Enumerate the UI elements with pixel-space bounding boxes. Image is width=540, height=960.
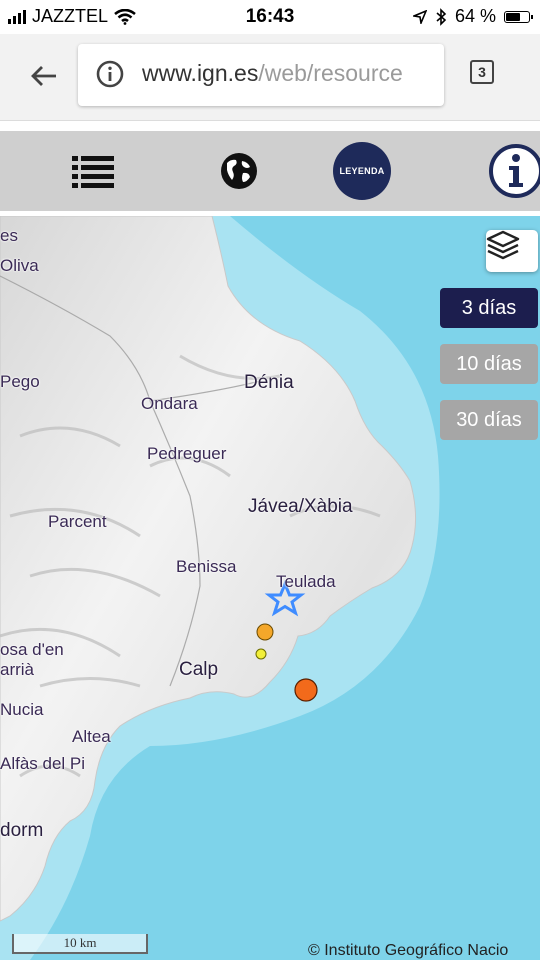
place-label: osa d'en — [0, 640, 64, 659]
place-label: Ondara — [141, 394, 198, 413]
location-arrow-icon — [412, 9, 427, 24]
place-label: Teulada — [276, 572, 336, 591]
back-button[interactable] — [24, 56, 64, 96]
period-30-days-button[interactable]: 30 días — [440, 400, 538, 440]
battery-icon — [504, 10, 533, 23]
url-path: /web/resource — [258, 60, 403, 86]
layers-icon — [486, 230, 520, 260]
url-field[interactable]: www.ign.es/web/resource — [78, 44, 444, 106]
map-attribution: © Instituto Geográfico Nacio — [308, 942, 509, 959]
layers-button[interactable] — [486, 230, 538, 272]
place-label: Parcent — [48, 512, 107, 531]
earthquake-marker-yellow[interactable] — [255, 648, 267, 660]
battery-level — [506, 12, 521, 21]
place-label: Nucia — [0, 700, 44, 719]
list-button[interactable] — [66, 131, 120, 211]
page-gap — [0, 121, 540, 131]
info-icon — [489, 144, 540, 198]
legend-button[interactable]: LEYENDA — [332, 131, 392, 211]
status-right: 64 % — [412, 6, 533, 27]
period-3-days-button[interactable]: 3 días — [440, 288, 538, 328]
browser-url-bar: www.ign.es/web/resource 3 — [0, 34, 540, 121]
place-label: Oliva — [0, 256, 39, 275]
place-label: Alfàs del Pi — [0, 754, 86, 773]
battery-percent: 64 % — [454, 6, 496, 26]
globe-button[interactable] — [214, 131, 264, 211]
place-label: Altea — [72, 727, 111, 746]
place-label: Dénia — [244, 372, 294, 393]
url-domain: www.ign.es — [142, 60, 259, 86]
scale-bar: 10 km — [12, 934, 148, 954]
bluetooth-icon — [436, 7, 447, 26]
earthquake-marker-large[interactable] — [294, 678, 318, 702]
earthquake-marker-orange[interactable] — [256, 623, 274, 641]
place-label: dorm — [0, 820, 44, 841]
url-text: www.ign.es/web/resource — [142, 60, 403, 87]
site-info-icon[interactable] — [96, 60, 124, 88]
earthquake-map[interactable]: es Oliva Pego Ondara Dénia Pedreguer Par… — [0, 216, 540, 960]
info-button[interactable] — [486, 131, 540, 211]
legend-badge: LEYENDA — [333, 142, 391, 200]
place-label: Pego — [0, 372, 40, 391]
place-label: Pedreguer — [147, 444, 227, 463]
place-label: es — [0, 226, 18, 245]
tabs-count-button[interactable]: 3 — [470, 60, 494, 84]
place-label: Calp — [179, 659, 219, 680]
list-icon — [72, 156, 114, 188]
status-bar: JAZZTEL 16:43 64 % — [0, 0, 540, 34]
map-toolbar: LEYENDA — [0, 131, 540, 211]
globe-icon — [221, 153, 257, 189]
back-arrow-icon — [31, 66, 56, 86]
period-10-days-button[interactable]: 10 días — [440, 344, 538, 384]
place-label: arrià — [0, 660, 35, 679]
place-label: Benissa — [176, 557, 237, 576]
place-label: Jávea/Xàbia — [248, 496, 353, 517]
